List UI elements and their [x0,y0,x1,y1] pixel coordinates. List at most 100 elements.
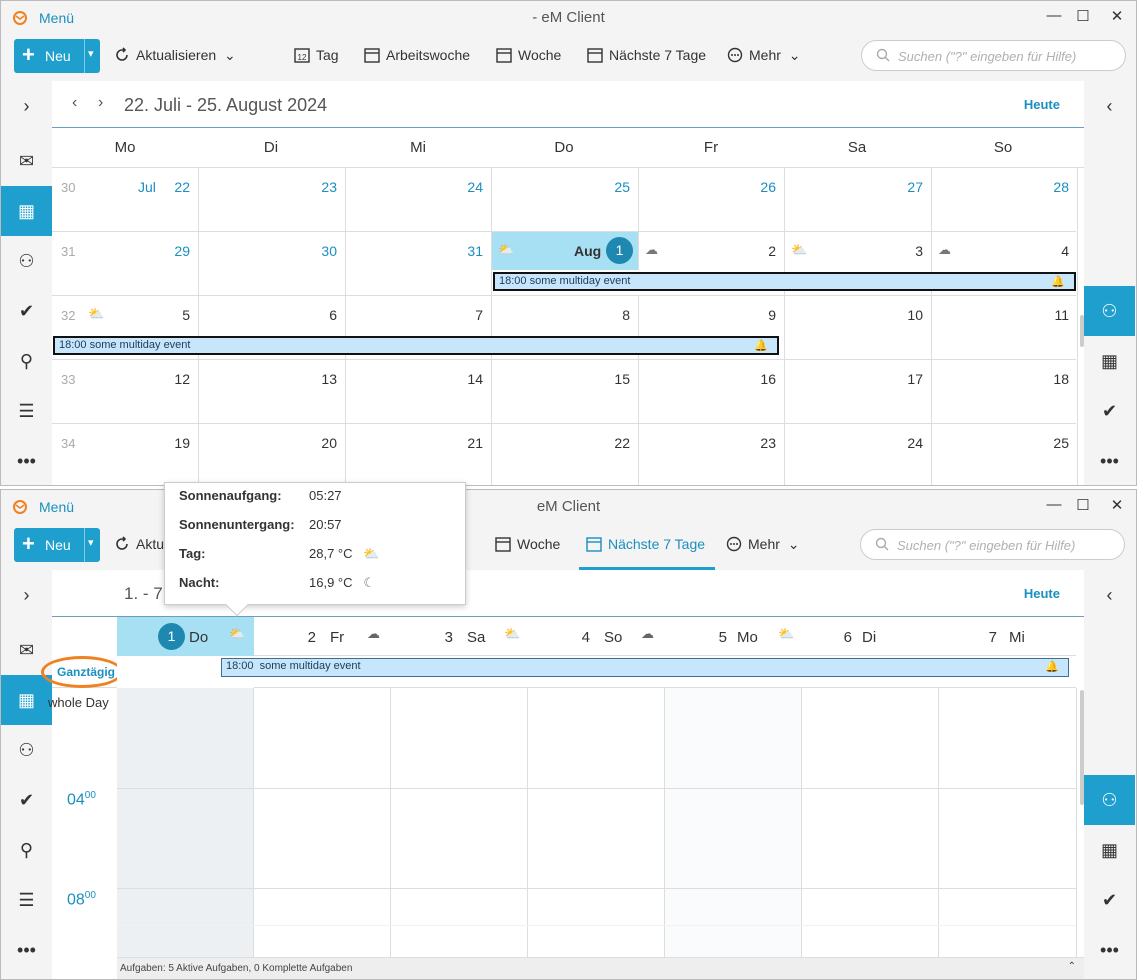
next-arrow-icon[interactable]: › [98,94,103,112]
notes-icon[interactable]: ☰ [1,875,52,925]
day-cell[interactable]: 12 [52,360,199,424]
day-cell[interactable]: 25 [932,424,1078,485]
maximize-icon[interactable]: ☐ [1073,496,1093,514]
day-cell[interactable]: 24 [785,424,932,485]
tasks-panel-icon[interactable]: ✔ [1084,386,1135,436]
week-view-button[interactable]: Woche [496,47,561,63]
new-button[interactable]: + Neu ▾ [14,528,100,562]
chevron-down-icon[interactable]: ▾ [88,47,94,60]
calendar-event[interactable]: 18:00 some multiday event 🔔 [493,272,1076,291]
day-header-today[interactable]: 1 Do ⛅ [117,617,254,656]
expand-sidebar-icon[interactable]: › [1,81,52,131]
attachment-icon[interactable]: ⚲ [1,336,52,386]
day-cell[interactable]: 23 [639,424,785,485]
more-apps-icon[interactable]: ••• [1,436,52,485]
day-cell[interactable]: 29 [52,232,199,296]
day-header-cell[interactable]: 7 Mi [939,617,1077,656]
day-column[interactable] [117,688,254,957]
prev-arrow-icon[interactable]: ‹ [72,94,77,112]
day-header-cell[interactable]: 2 Fr ☁ [254,617,391,656]
minimize-icon[interactable]: — [1044,7,1064,24]
more-panel-icon[interactable]: ••• [1084,436,1135,485]
search-input[interactable]: Suchen ("?" eingeben für Hilfe) [860,529,1125,560]
expand-icon[interactable]: ⌃ [1068,961,1076,972]
day-cell[interactable]: 10 [785,296,932,360]
day-cell[interactable]: 20 [199,424,346,485]
bell-icon: 🔔 [754,340,768,352]
attachment-icon[interactable]: ⚲ [1,825,52,875]
day-cell[interactable]: 27 [785,168,932,232]
day-cell[interactable]: 28 [932,168,1078,232]
day-cell[interactable]: 21 [346,424,492,485]
calendar-event[interactable]: 18:00 some multiday event 🔔 [221,658,1069,677]
day-cell[interactable]: 26 [639,168,785,232]
partly-cloudy-icon: ⛅ [504,626,521,641]
chevron-down-icon[interactable]: ▾ [88,536,94,549]
day-cell[interactable]: 14 [346,360,492,424]
day-column[interactable] [391,688,528,957]
next7-view-button[interactable]: Nächste 7 Tage [587,47,706,63]
day-column[interactable] [528,688,665,957]
more-panel-icon[interactable]: ••• [1084,925,1135,975]
tasks-icon[interactable]: ✔ [1,286,52,336]
tasks-icon[interactable]: ✔ [1,775,52,825]
day-column[interactable] [665,688,802,957]
day-cell[interactable]: 30 [199,232,346,296]
contacts-icon[interactable]: ⚇ [1,725,52,775]
day-header-cell[interactable]: 3 Sa ⛅ [391,617,528,656]
contacts-panel-icon[interactable]: ⚇ [1084,775,1135,825]
calendar-event[interactable]: 18:00 some multiday event 🔔 [53,336,779,355]
more-button[interactable]: Mehr ⌄ [726,536,799,553]
day-cell[interactable]: 18 [932,360,1078,424]
expand-sidebar-icon[interactable]: › [1,570,52,620]
day-cell[interactable]: 31 [346,232,492,296]
workweek-view-button[interactable]: Arbeitswoche [364,47,470,63]
search-input[interactable]: Suchen ("?" eingeben für Hilfe) [861,40,1126,71]
day-cell[interactable]: 25 [492,168,639,232]
calendar-icon[interactable]: ▦ [1,675,52,725]
contacts-icon[interactable]: ⚇ [1,236,52,286]
day-cell[interactable]: 15 [492,360,639,424]
today-button[interactable]: Heute [1024,97,1060,112]
day-header-cell[interactable]: 5 Mo ⛅ [665,617,802,656]
contacts-panel-icon[interactable]: ⚇ [1084,286,1135,336]
day-cell[interactable]: 13 [199,360,346,424]
week-view-button[interactable]: Woche [495,536,560,552]
more-apps-icon[interactable]: ••• [1,925,52,975]
day-cell[interactable]: 19 [52,424,199,485]
day-cell[interactable]: 17 [785,360,932,424]
day-cell[interactable]: 22 [492,424,639,485]
tasks-panel-icon[interactable]: ✔ [1084,875,1135,925]
more-button[interactable]: Mehr ⌄ [727,47,800,64]
day-number: 19 [174,435,190,451]
maximize-icon[interactable]: ☐ [1073,7,1093,25]
calendar-panel-icon[interactable]: ▦ [1084,336,1135,386]
refresh-button[interactable]: Aktu [114,536,164,552]
new-button[interactable]: + Neu ▾ [14,39,100,73]
mail-icon[interactable]: ✉ [1,136,52,186]
day-header-cell[interactable]: 4 So ☁ [528,617,665,656]
close-icon[interactable]: ✕ [1107,496,1127,514]
collapse-panel-icon[interactable]: ‹ [1084,570,1135,620]
next7-view-button[interactable]: Nächste 7 Tage [586,536,705,552]
day-view-button[interactable]: 12 Tag [294,47,339,63]
day-cell[interactable]: 24 [346,168,492,232]
collapse-panel-icon[interactable]: ‹ [1084,81,1135,131]
day-cell[interactable]: 23 [199,168,346,232]
day-cell[interactable]: 16 [639,360,785,424]
minimize-icon[interactable]: — [1044,496,1064,513]
day-column[interactable] [939,688,1077,957]
day-header-cell[interactable]: 6 Di [802,617,939,656]
today-cell[interactable]: ⛅ Aug 1 [492,232,639,270]
refresh-button[interactable]: Aktualisieren ⌄ [114,47,236,64]
close-icon[interactable]: ✕ [1107,7,1127,25]
day-cell[interactable]: Jul 22 [52,168,199,232]
calendar-icon[interactable]: ▦ [1,186,52,236]
notes-icon[interactable]: ☰ [1,386,52,436]
day-column[interactable] [802,688,939,957]
today-button[interactable]: Heute [1024,586,1060,601]
day-cell[interactable]: 11 [932,296,1078,360]
day-column[interactable] [254,688,391,957]
day-number: 31 [467,243,483,259]
calendar-panel-icon[interactable]: ▦ [1084,825,1135,875]
